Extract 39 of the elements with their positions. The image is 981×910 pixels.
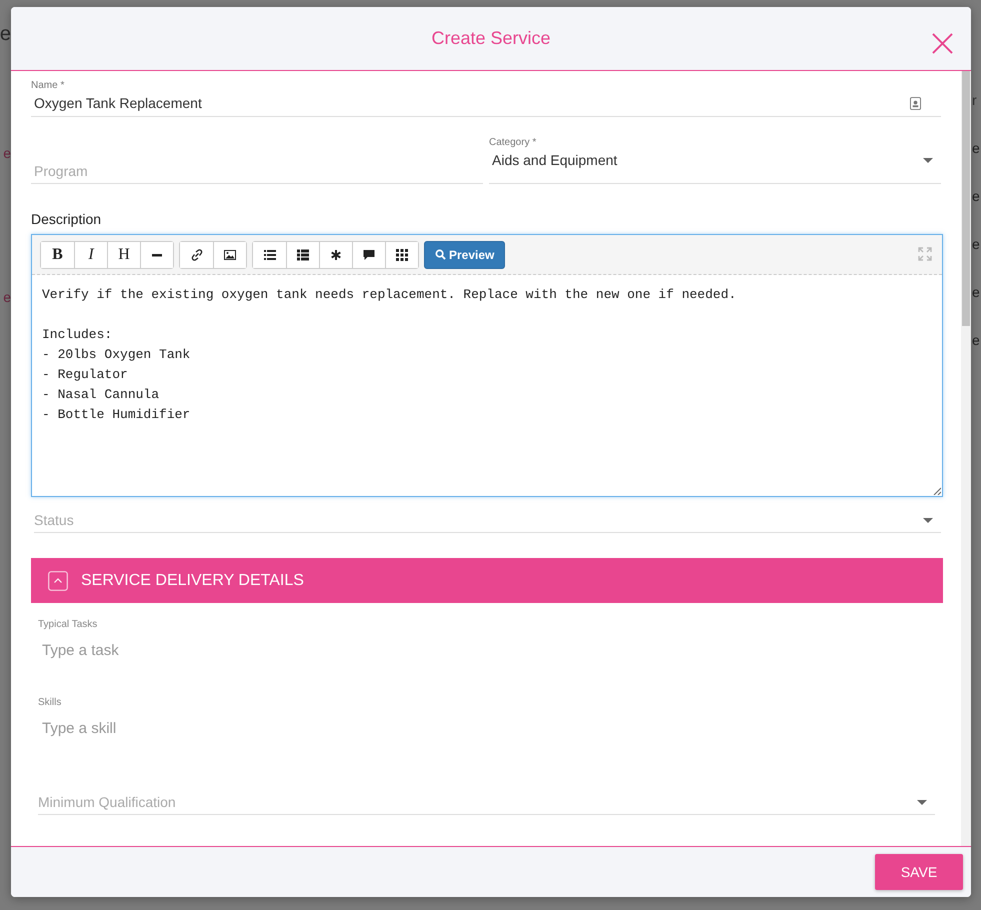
status-dropdown[interactable]: Status [34, 510, 941, 533]
section-title: SERVICE DELIVERY DETAILS [81, 572, 304, 590]
category-dropdown[interactable]: Category * Aids and Equipment [489, 135, 941, 184]
background-text: e [3, 144, 11, 163]
description-label: Description [31, 210, 102, 228]
background-text: e [3, 288, 11, 307]
close-icon[interactable] [932, 33, 953, 54]
rule-button[interactable] [140, 242, 173, 268]
program-field[interactable]: Program [31, 135, 483, 184]
background-text: r [972, 91, 977, 110]
background-text: e [972, 331, 980, 350]
link-icon [190, 248, 202, 260]
grid-button[interactable] [385, 242, 418, 268]
background-text: e [0, 22, 11, 46]
typical-tasks-field[interactable]: Typical Tasks Type a task [31, 618, 941, 660]
image-icon [224, 248, 236, 260]
numbered-list-icon [297, 248, 309, 260]
background-text: e [972, 187, 980, 206]
preview-button[interactable]: Preview [424, 240, 506, 268]
search-icon [435, 249, 446, 260]
background-text: e [972, 283, 980, 302]
resize-handle-icon[interactable] [933, 487, 941, 495]
bulleted-list-icon [264, 248, 276, 260]
section-header[interactable]: SERVICE DELIVERY DETAILS [31, 558, 943, 603]
save-button[interactable]: SAVE [875, 854, 963, 890]
background-text: e [972, 139, 980, 158]
speech-bubble-icon [363, 248, 375, 260]
dialog-title: Create Service [431, 28, 551, 49]
scrollbar[interactable] [961, 71, 971, 846]
collapse-icon[interactable] [48, 570, 68, 590]
skills-field[interactable]: Skills Type a skill [31, 696, 941, 738]
image-button[interactable] [213, 242, 246, 268]
name-field[interactable]: Name * Oxygen Tank Replacement [31, 80, 941, 117]
asterisk-icon [330, 248, 342, 260]
background-text: e [972, 235, 980, 254]
contact-card-icon[interactable] [910, 96, 921, 110]
minimum-qualification-dropdown[interactable]: Minimum Qualification [38, 792, 935, 815]
grid-icon [396, 248, 408, 260]
description-field[interactable]: Verify if the existing oxygen tank needs replacement. Replace with the new one if needed. Includes: - 20lbs Oxygen Tank - Regulator - Nasal Cannula - Bottle Humidifier [32, 275, 942, 496]
